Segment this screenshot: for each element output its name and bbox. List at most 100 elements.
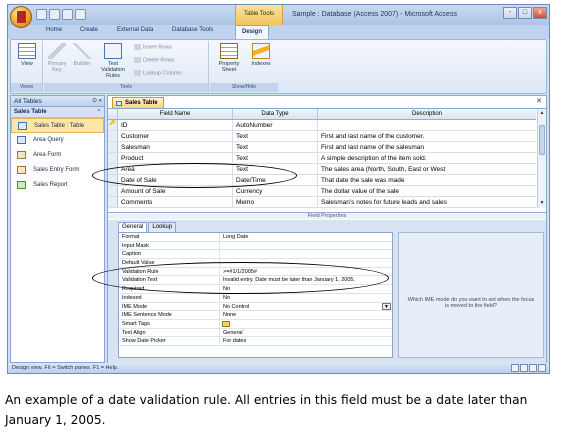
document-tab-sales-table[interactable]: Sales Table xyxy=(112,97,164,108)
description-cell[interactable] xyxy=(318,120,536,130)
customize-qat-icon[interactable] xyxy=(75,9,86,20)
property-row[interactable]: Show Date Picker For dates xyxy=(119,337,392,346)
view-button[interactable]: View xyxy=(15,43,39,67)
maximize-button[interactable]: □ xyxy=(518,7,532,19)
property-value[interactable]: No Control ▼ xyxy=(220,302,392,311)
data-type-cell[interactable]: Date/Time xyxy=(233,175,318,185)
property-value[interactable]: General xyxy=(220,329,392,337)
table-row[interactable]: Customer Text First and last name of the c… xyxy=(108,131,536,142)
table-row[interactable]: Date of Sale Date/Time That date the sale … xyxy=(108,175,536,186)
undo-icon[interactable] xyxy=(49,9,60,20)
dropdown-arrow-icon[interactable]: ▼ xyxy=(382,302,391,310)
property-row[interactable]: IME Sentence Mode None xyxy=(119,311,392,320)
property-value[interactable]: Invalid entry. Date must be later than J… xyxy=(220,276,392,284)
property-row[interactable]: Caption xyxy=(119,250,392,260)
minimize-button[interactable]: - xyxy=(503,7,517,19)
pivot-chart-view-icon[interactable] xyxy=(529,364,537,372)
row-selector[interactable] xyxy=(108,142,118,152)
property-row[interactable]: Text Align General xyxy=(119,328,392,338)
property-row[interactable]: Format Long Date xyxy=(119,233,392,242)
row-selector[interactable] xyxy=(108,164,118,174)
primary-key-button[interactable]: Primary Key xyxy=(46,43,68,73)
scroll-thumb[interactable] xyxy=(539,125,545,155)
table-row[interactable]: Area Text The sales area (North, South, Ea… xyxy=(108,164,536,175)
row-selector[interactable] xyxy=(108,175,118,185)
primary-key-icon[interactable]: 🔑 xyxy=(108,120,118,130)
nav-item-area-form[interactable]: Area Form xyxy=(11,148,104,163)
nav-pane-controls-icon[interactable]: ⊙ « xyxy=(92,97,102,104)
row-selector[interactable] xyxy=(108,131,118,141)
office-button[interactable] xyxy=(10,6,32,28)
data-type-cell[interactable]: Text xyxy=(233,153,318,163)
tab-design[interactable]: Design xyxy=(235,25,270,39)
property-row[interactable]: IME Mode No Control ▼ xyxy=(119,302,392,312)
tab-general[interactable]: General xyxy=(118,222,148,232)
field-name-cell[interactable]: Customer xyxy=(118,131,233,141)
smart-tags-builder-icon[interactable] xyxy=(222,320,230,327)
indexes-button[interactable]: Indexes xyxy=(248,43,274,67)
data-type-cell[interactable]: Currency xyxy=(233,186,318,196)
property-row[interactable]: Default Value xyxy=(119,259,392,268)
property-value[interactable] xyxy=(220,242,392,250)
property-value[interactable]: Long Date xyxy=(220,233,392,241)
nav-item-area-query[interactable]: Area Query xyxy=(11,133,104,148)
property-value[interactable]: No xyxy=(220,294,392,302)
table-row[interactable]: Product Text A simple description of the i… xyxy=(108,153,536,164)
pivot-table-view-icon[interactable] xyxy=(520,364,528,372)
tab-home[interactable]: Home xyxy=(46,27,62,33)
nav-item-sales-entry-form[interactable]: Sales Entry Form xyxy=(11,163,104,178)
property-value[interactable] xyxy=(220,320,392,328)
property-row[interactable]: Input Mask xyxy=(119,241,392,251)
field-grid-scrollbar[interactable]: ▲ ▼ xyxy=(537,109,546,208)
property-row[interactable]: Smart Tags xyxy=(119,319,392,329)
builder-button[interactable]: Builder xyxy=(71,43,93,67)
scroll-down-icon[interactable]: ▼ xyxy=(539,200,545,207)
nav-pane-header[interactable]: All Tables ⊙ « xyxy=(11,96,104,107)
property-value[interactable]: >=#1/1/2005# xyxy=(220,268,392,276)
save-icon[interactable] xyxy=(36,9,47,20)
description-cell[interactable]: The sales area (North, South, East or We… xyxy=(318,164,536,174)
design-view-icon[interactable] xyxy=(538,364,546,372)
collapse-group-icon[interactable]: ⌃ xyxy=(97,109,101,115)
field-name-cell[interactable]: Date of Sale xyxy=(118,175,233,185)
description-cell[interactable]: First and last name of the customer. xyxy=(318,131,536,141)
tab-lookup[interactable]: Lookup xyxy=(148,222,177,232)
field-name-cell[interactable]: Area xyxy=(118,164,233,174)
property-row[interactable]: Indexed No xyxy=(119,293,392,303)
field-name-cell[interactable]: Product xyxy=(118,153,233,163)
row-selector[interactable] xyxy=(108,153,118,163)
lookup-column-button[interactable]: Lookup Column xyxy=(134,70,182,76)
field-name-cell[interactable]: ID xyxy=(118,120,233,130)
table-row[interactable]: 🔑 ID AutoNumber xyxy=(108,120,536,131)
data-type-cell[interactable]: Memo xyxy=(233,197,318,207)
property-value[interactable]: For dates xyxy=(220,337,392,345)
property-value[interactable] xyxy=(220,259,392,267)
data-type-cell[interactable]: AutoNumber xyxy=(233,120,318,130)
datasheet-view-icon[interactable] xyxy=(511,364,519,372)
field-name-cell[interactable]: Amount of Sale xyxy=(118,186,233,196)
scroll-up-icon[interactable]: ▲ xyxy=(539,110,545,117)
description-cell[interactable]: A simple description of the item sold. xyxy=(318,153,536,163)
property-value[interactable]: None xyxy=(220,311,392,319)
property-row[interactable]: Validation Rule >=#1/1/2005# xyxy=(119,267,392,277)
description-cell[interactable]: Salesman's notes for future leads and sa… xyxy=(318,197,536,207)
table-row[interactable]: Salesman Text First and last name of the s… xyxy=(108,142,536,153)
tab-database-tools[interactable]: Database Tools xyxy=(172,27,213,33)
test-validation-rules-button[interactable]: Test Validation Rules xyxy=(96,43,130,79)
table-row[interactable]: Amount of Sale Currency The dollar value o… xyxy=(108,186,536,197)
property-row[interactable]: Required No xyxy=(119,285,392,294)
data-type-cell[interactable]: Text xyxy=(233,131,318,141)
property-sheet-button[interactable]: Property Sheet xyxy=(214,43,244,73)
field-name-cell[interactable]: Salesman xyxy=(118,142,233,152)
row-selector[interactable] xyxy=(108,197,118,207)
nav-item-sales-report[interactable]: Sales Report xyxy=(11,178,104,193)
delete-rows-button[interactable]: Delete Rows xyxy=(134,57,174,63)
tab-create[interactable]: Create xyxy=(80,27,98,33)
description-cell[interactable]: That date the sale was made xyxy=(318,175,536,185)
description-cell[interactable]: The dollar value of the sale xyxy=(318,186,536,196)
nav-group-sales-table[interactable]: Sales Table ⌃ xyxy=(11,107,104,118)
property-value[interactable]: No xyxy=(220,285,392,293)
description-cell[interactable]: First and last name of the salesman xyxy=(318,142,536,152)
redo-icon[interactable] xyxy=(62,9,73,20)
property-value[interactable] xyxy=(220,250,392,258)
